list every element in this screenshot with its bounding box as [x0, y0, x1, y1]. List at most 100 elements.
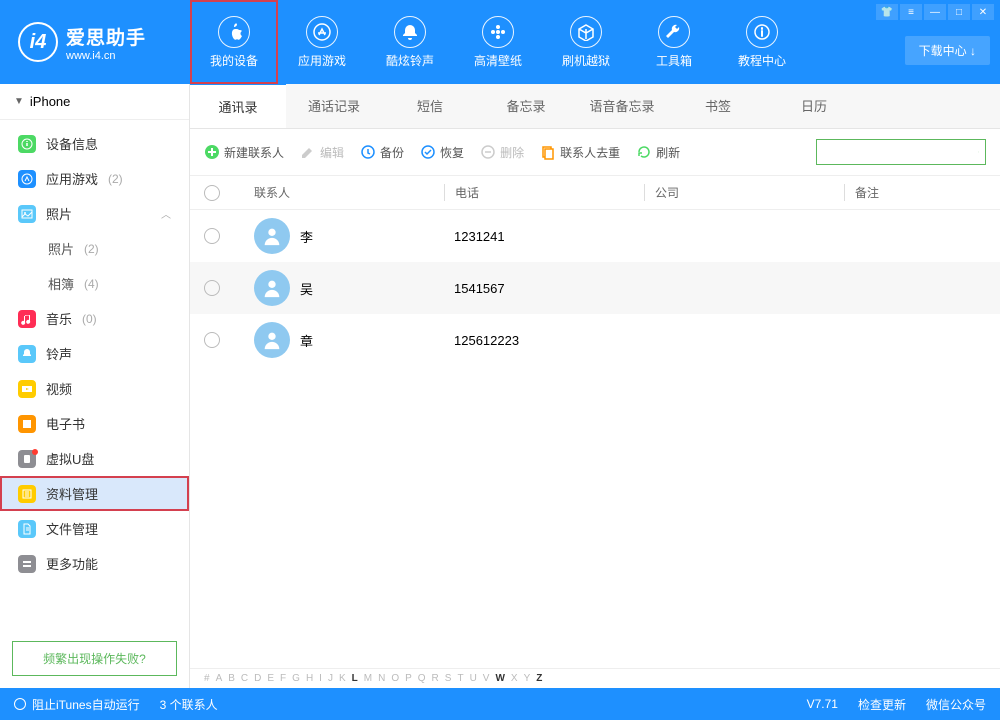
app-title: 爱思助手: [66, 23, 146, 50]
alpha-letter[interactable]: #: [204, 673, 210, 684]
restore-button[interactable]: 恢复: [420, 144, 464, 161]
sidebar-item[interactable]: 视频: [0, 371, 189, 406]
sidebar-item[interactable]: 应用游戏(2): [0, 161, 189, 196]
restore-icon: [420, 144, 436, 160]
alpha-letter[interactable]: H: [306, 673, 313, 684]
sub-tab[interactable]: 短信: [382, 84, 478, 128]
sidebar-item[interactable]: 照片(2): [0, 231, 189, 266]
alpha-letter[interactable]: U: [470, 673, 477, 684]
select-all-checkbox[interactable]: [204, 185, 220, 201]
search-box[interactable]: [816, 139, 986, 165]
contact-row[interactable]: 章 125612223: [190, 314, 1000, 366]
column-contact[interactable]: 联系人: [244, 184, 444, 201]
nav-tab-appstore[interactable]: 应用游戏: [278, 0, 366, 84]
nav-tab-box[interactable]: 刷机越狱: [542, 0, 630, 84]
sidebar-item[interactable]: 铃声: [0, 336, 189, 371]
nav-tab-info[interactable]: 教程中心: [718, 0, 806, 84]
device-selector[interactable]: ▼ iPhone: [0, 84, 189, 120]
sidebar-item[interactable]: 文件管理: [0, 511, 189, 546]
nav-tab-flower[interactable]: 高清壁纸: [454, 0, 542, 84]
alpha-letter[interactable]: I: [319, 673, 322, 684]
alpha-letter[interactable]: D: [254, 673, 261, 684]
alpha-letter[interactable]: Z: [536, 673, 542, 684]
sidebar-item[interactable]: 设备信息: [0, 126, 189, 161]
column-company[interactable]: 公司: [644, 184, 844, 201]
sidebar-item[interactable]: 相簿(4): [0, 266, 189, 301]
column-phone[interactable]: 电话: [444, 184, 644, 201]
alpha-letter[interactable]: X: [511, 673, 518, 684]
pencil-icon: [300, 144, 316, 160]
alpha-letter[interactable]: B: [228, 673, 235, 684]
row-checkbox[interactable]: [204, 332, 220, 348]
alpha-letter[interactable]: O: [391, 673, 399, 684]
download-center-button[interactable]: 下载中心 ↓: [905, 36, 990, 65]
refresh-button[interactable]: 刷新: [636, 144, 680, 161]
nav-tab-bell[interactable]: 酷炫铃声: [366, 0, 454, 84]
column-note[interactable]: 备注: [844, 184, 986, 201]
contact-row[interactable]: 李 1231241: [190, 210, 1000, 262]
alpha-letter[interactable]: W: [495, 673, 504, 684]
close-button[interactable]: ✕: [972, 4, 994, 20]
sidebar-item[interactable]: 电子书: [0, 406, 189, 441]
alpha-letter[interactable]: M: [364, 673, 372, 684]
sidebar-item[interactable]: 音乐(0): [0, 301, 189, 336]
appstore-icon: [306, 16, 338, 48]
backup-button[interactable]: 备份: [360, 144, 404, 161]
data-icon: [18, 485, 36, 503]
alpha-letter[interactable]: J: [328, 673, 333, 684]
minimize-button[interactable]: —: [924, 4, 946, 20]
alpha-letter[interactable]: F: [280, 673, 286, 684]
wechat-link[interactable]: 微信公众号: [926, 696, 986, 713]
alpha-letter[interactable]: C: [241, 673, 248, 684]
row-checkbox[interactable]: [204, 280, 220, 296]
alpha-letter[interactable]: G: [292, 673, 300, 684]
alpha-letter[interactable]: V: [483, 673, 490, 684]
alpha-letter[interactable]: R: [432, 673, 439, 684]
alpha-letter[interactable]: S: [445, 673, 452, 684]
sub-tab[interactable]: 通讯录: [190, 84, 286, 128]
sidebar-item[interactable]: 照片︿: [0, 196, 189, 231]
sidebar-item[interactable]: 资料管理: [0, 476, 189, 511]
alpha-letter[interactable]: P: [405, 673, 412, 684]
contact-name: 李: [300, 227, 444, 246]
maximize-button[interactable]: □: [948, 4, 970, 20]
alpha-letter[interactable]: N: [378, 673, 385, 684]
alpha-letter[interactable]: T: [457, 673, 463, 684]
help-link[interactable]: 频繁出现操作失败?: [12, 641, 177, 676]
alpha-letter[interactable]: Y: [524, 673, 531, 684]
alpha-letter[interactable]: A: [216, 673, 223, 684]
avatar: [254, 322, 290, 358]
sub-tab[interactable]: 备忘录: [478, 84, 574, 128]
bell2-icon: [18, 345, 36, 363]
sidebar-item-label: 视频: [46, 379, 72, 398]
shirt-icon[interactable]: 👕: [876, 4, 898, 20]
sub-tab[interactable]: 日历: [766, 84, 862, 128]
check-update-link[interactable]: 检查更新: [858, 696, 906, 713]
sub-tab[interactable]: 书签: [670, 84, 766, 128]
search-input[interactable]: [823, 145, 978, 159]
app-header: i4 爱思助手 www.i4.cn 我的设备应用游戏酷炫铃声高清壁纸刷机越狱工具…: [0, 0, 1000, 84]
sidebar-item[interactable]: 虚拟U盘: [0, 441, 189, 476]
alpha-letter[interactable]: K: [339, 673, 346, 684]
sub-tab[interactable]: 语音备忘录: [574, 84, 670, 128]
alpha-letter[interactable]: L: [352, 673, 358, 684]
contact-row[interactable]: 吴 1541567: [190, 262, 1000, 314]
avatar: [254, 270, 290, 306]
alpha-letter[interactable]: E: [267, 673, 274, 684]
sidebar-item-count: (2): [84, 242, 99, 256]
menu-icon[interactable]: ≡: [900, 4, 922, 20]
box-icon: [570, 16, 602, 48]
row-checkbox[interactable]: [204, 228, 220, 244]
edit-button[interactable]: 编辑: [300, 144, 344, 161]
delete-button[interactable]: 删除: [480, 144, 524, 161]
photo-icon: [18, 205, 36, 223]
dedupe-button[interactable]: 联系人去重: [540, 144, 620, 161]
new-contact-button[interactable]: 新建联系人: [204, 144, 284, 161]
sidebar-item[interactable]: 更多功能: [0, 546, 189, 581]
sub-tab[interactable]: 通话记录: [286, 84, 382, 128]
alpha-letter[interactable]: Q: [418, 673, 426, 684]
nav-tab-apple[interactable]: 我的设备: [190, 0, 278, 84]
nav-tab-wrench[interactable]: 工具箱: [630, 0, 718, 84]
sidebar-item-label: 照片: [46, 204, 72, 223]
itunes-toggle[interactable]: 阻止iTunes自动运行: [14, 696, 140, 713]
